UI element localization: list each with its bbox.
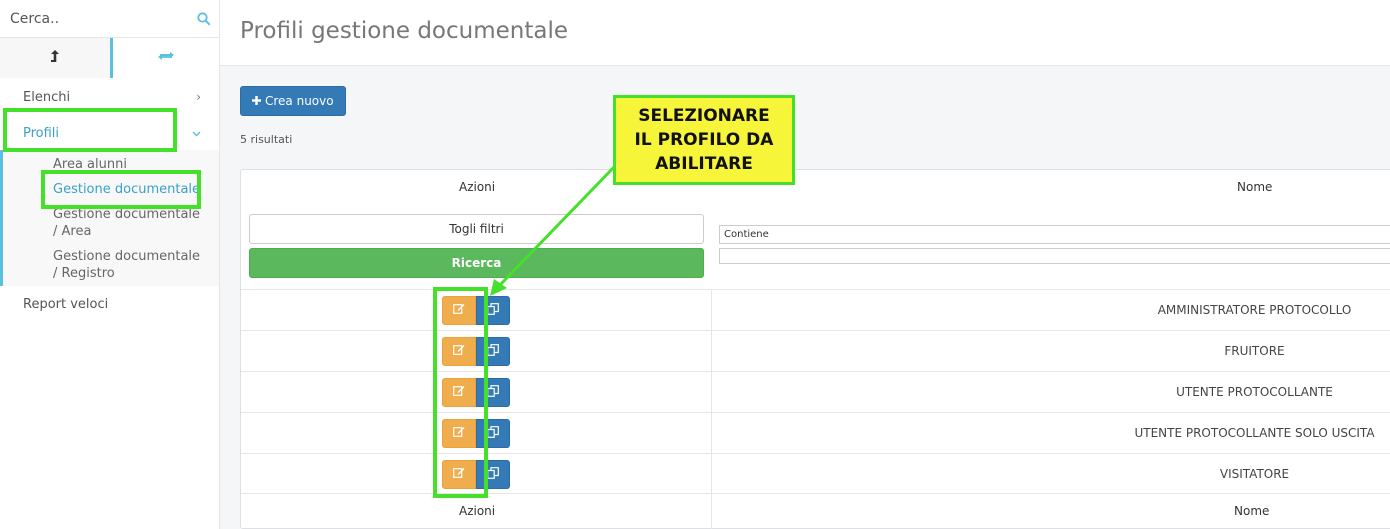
sidebar: Elenchi › Profili Area alunni Gestione d… (0, 0, 220, 529)
sidebar-item-gestione-documentale-area[interactable]: Gestione documentale / Area (53, 206, 203, 240)
search-button[interactable]: Ricerca (249, 248, 704, 278)
chevron-down-icon (192, 126, 201, 140)
results-count: 5 risultati (240, 133, 293, 146)
copy-icon (487, 466, 499, 483)
page-header: Profili gestione documentale (220, 0, 1390, 66)
copy-icon (487, 384, 499, 401)
create-new-button[interactable]: Crea nuovo (240, 86, 346, 116)
copy-icon (487, 302, 499, 319)
column-header-name[interactable]: Nome (1237, 180, 1272, 194)
profile-name[interactable]: UTENTE PROTOCOLLANTE SOLO USCITA (712, 413, 1390, 454)
sidebar-item-label: / Area (53, 224, 92, 239)
sidebar-item-label: Gestione documentale (53, 249, 201, 264)
profile-name[interactable]: AMMINISTRATORE PROTOCOLLO (712, 290, 1390, 331)
page-title: Profili gestione documentale (240, 18, 568, 44)
search-input[interactable] (10, 10, 197, 27)
nav-item-elenchi[interactable]: Elenchi › (0, 86, 219, 108)
nav-label-elenchi: Elenchi (23, 89, 71, 105)
name-filter-input[interactable] (719, 248, 1390, 264)
callout-line: IL PROFILO DA (634, 130, 774, 150)
callout-line: SELEZIONARE (638, 106, 770, 126)
footer-header-actions: Azioni (459, 504, 496, 518)
column-header-actions[interactable]: Azioni (459, 180, 495, 194)
main-content: Profili gestione documentale Crea nuovo … (220, 0, 1390, 529)
nav-label-report: Report veloci (23, 296, 109, 312)
table-row: UTENTE PROTOCOLLANTE SOLO USCITA (241, 412, 1390, 454)
filter-mode-select[interactable]: Contiene (719, 225, 1390, 244)
sidebar-item-gestione-documentale-registro[interactable]: Gestione documentale / Registro (53, 248, 203, 282)
table-footer: Azioni Nome (241, 493, 1390, 529)
copy-icon (487, 343, 499, 360)
profiles-table: Azioni Nome Togli filtri Ricerca Contien… (240, 169, 1390, 529)
tab-sync[interactable] (109, 38, 219, 78)
sidebar-item-label: / Registro (53, 266, 115, 281)
table-row: UTENTE PROTOCOLLANTE (241, 371, 1390, 413)
chevron-right-icon: › (196, 90, 201, 104)
highlight-gestione-documentale (41, 170, 201, 209)
nav-item-report-veloci[interactable]: Report veloci (0, 294, 219, 314)
clear-filters-button[interactable]: Togli filtri (249, 214, 704, 244)
callout-line: ABILITARE (655, 154, 753, 174)
profile-name[interactable]: FRUITORE (712, 331, 1390, 372)
create-new-label: Crea nuovo (265, 94, 334, 108)
highlight-edit-buttons (433, 287, 488, 498)
column-divider (711, 494, 712, 529)
profile-name[interactable]: VISITATORE (712, 454, 1390, 495)
sidebar-search (0, 0, 219, 38)
footer-header-name: Nome (1234, 504, 1270, 518)
tab-upload[interactable] (0, 38, 110, 78)
copy-icon (487, 425, 499, 442)
search-icon[interactable] (197, 11, 211, 26)
annotation-callout: SELEZIONARE IL PROFILO DA ABILITARE (613, 95, 795, 185)
plus-icon (252, 94, 261, 108)
sidebar-toggle-bar (0, 38, 219, 78)
table-row: VISITATORE (241, 453, 1390, 495)
highlight-profili (3, 108, 177, 152)
profile-name[interactable]: UTENTE PROTOCOLLANTE (712, 372, 1390, 413)
sync-icon (157, 49, 175, 67)
table-row: FRUITORE (241, 330, 1390, 372)
table-row: AMMINISTRATORE PROTOCOLLO (241, 289, 1390, 331)
upload-arrow-icon (49, 49, 61, 67)
